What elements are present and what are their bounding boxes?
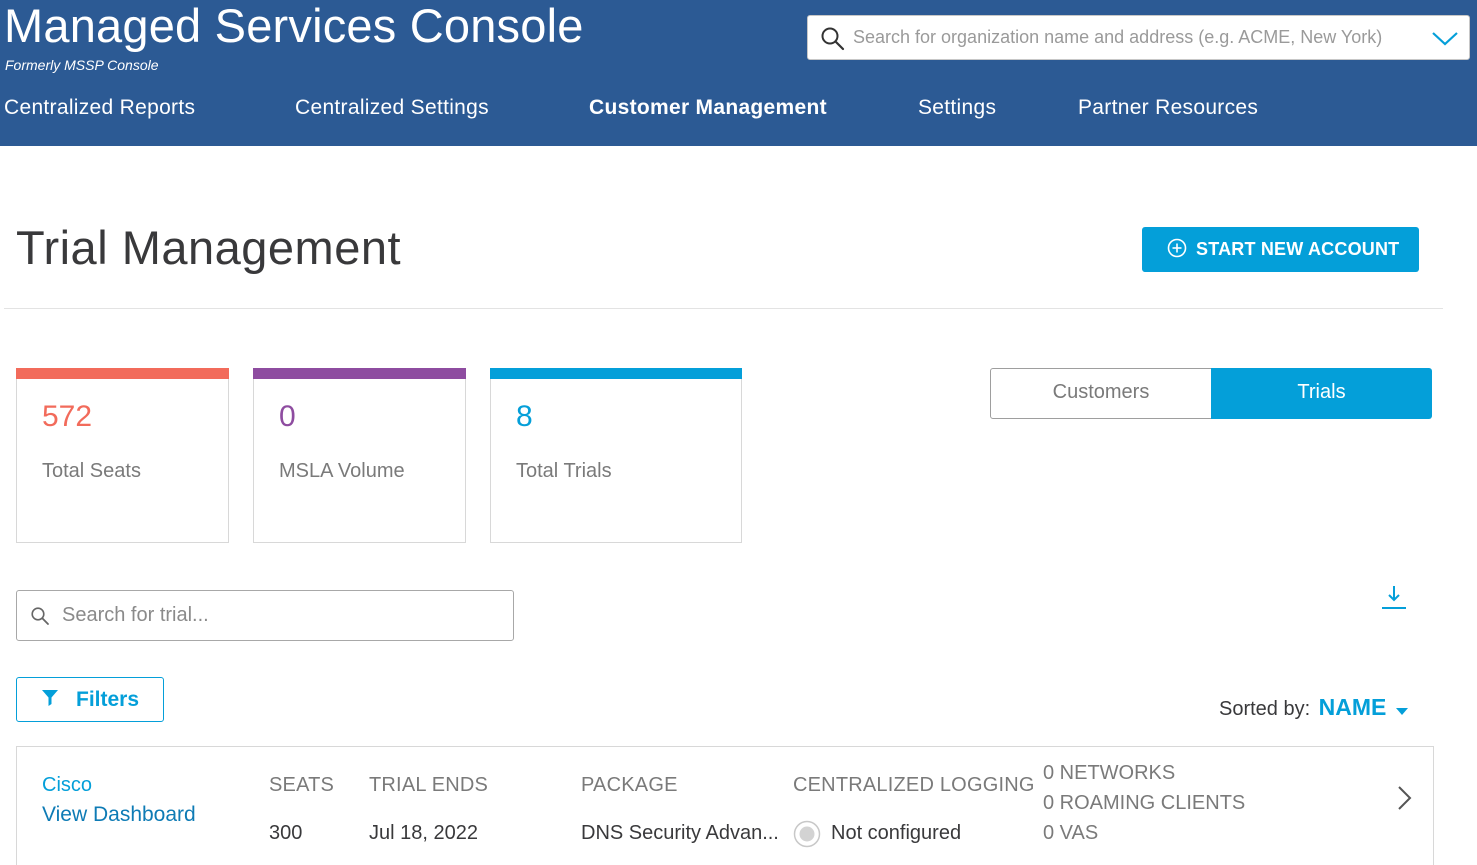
sort-value-dropdown[interactable]: NAME (1319, 694, 1387, 720)
package-value: DNS Security Advan... (581, 822, 779, 844)
toggle-trials[interactable]: Trials (1211, 368, 1432, 419)
filters-label: Filters (76, 687, 140, 711)
nav-centralized-reports[interactable]: Centralized Reports (4, 96, 195, 120)
stat-label: MSLA Volume (279, 460, 405, 482)
table-row[interactable]: Cisco View Dashboard SEATS 300 TRIAL END… (16, 746, 1434, 865)
sort-control: Sorted by: NAME (1219, 694, 1409, 724)
logging-value: Not configured (831, 822, 962, 844)
app-subtitle: Formerly MSSP Console (5, 57, 159, 73)
toggle-customers[interactable]: Customers (991, 368, 1211, 419)
divider (4, 308, 1443, 309)
stat-card-total-trials: 8 Total Trials (490, 368, 742, 543)
start-new-account-button[interactable]: START NEW ACCOUNT (1142, 227, 1419, 272)
customers-trials-toggle: Customers Trials (990, 368, 1432, 419)
nav-settings[interactable]: Settings (918, 96, 996, 120)
page-title: Trial Management (16, 221, 402, 274)
nav-partner-resources[interactable]: Partner Resources (1078, 96, 1258, 120)
organization-search-input[interactable] (853, 16, 1423, 59)
stat-card-msla-volume: 0 MSLA Volume (253, 368, 466, 543)
organization-search[interactable] (807, 15, 1470, 60)
sort-label: Sorted by: (1219, 698, 1311, 720)
stat-color-bar (16, 368, 229, 379)
status-circle-icon (793, 820, 821, 848)
download-icon[interactable] (1378, 582, 1410, 614)
roaming-clients-count: 0 ROAMING CLIENTS (1043, 792, 1246, 814)
vas-count: 0 VAS (1043, 822, 1099, 844)
stat-value: 8 (516, 400, 533, 433)
package-header: PACKAGE (581, 774, 678, 796)
seats-value: 300 (269, 822, 303, 844)
chevron-down-icon[interactable] (1431, 28, 1459, 48)
filter-icon (42, 690, 58, 706)
stat-value: 572 (42, 400, 93, 433)
trial-search-input[interactable] (62, 591, 502, 640)
stat-card-total-seats: 572 Total Seats (16, 368, 229, 543)
chevron-right-icon[interactable] (1395, 783, 1415, 813)
trial-search[interactable] (16, 590, 514, 641)
stat-color-bar (253, 368, 466, 379)
trial-ends-value: Jul 18, 2022 (369, 822, 478, 844)
view-dashboard-link[interactable]: View Dashboard (42, 803, 196, 827)
caret-down-icon[interactable] (1395, 706, 1409, 716)
seats-header: SEATS (269, 774, 335, 796)
filters-button[interactable]: Filters (16, 677, 164, 722)
main-nav: Centralized Reports Centralized Settings… (0, 96, 1477, 134)
search-icon (31, 607, 49, 625)
logging-header: CENTRALIZED LOGGING (793, 774, 1035, 796)
search-icon (821, 27, 845, 51)
top-header: Managed Services Console Formerly MSSP C… (0, 0, 1477, 146)
stat-label: Total Trials (516, 460, 612, 482)
nav-centralized-settings[interactable]: Centralized Settings (295, 96, 489, 120)
stat-value: 0 (279, 400, 296, 433)
nav-customer-management[interactable]: Customer Management (589, 96, 827, 120)
plus-circle-icon (1167, 238, 1187, 258)
app-title: Managed Services Console (4, 0, 584, 52)
networks-count: 0 NETWORKS (1043, 762, 1176, 784)
stat-label: Total Seats (42, 460, 141, 482)
start-new-account-label: START NEW ACCOUNT (1196, 239, 1400, 259)
trial-name: Cisco (42, 774, 93, 796)
stat-color-bar (490, 368, 742, 379)
trial-ends-header: TRIAL ENDS (369, 774, 489, 796)
